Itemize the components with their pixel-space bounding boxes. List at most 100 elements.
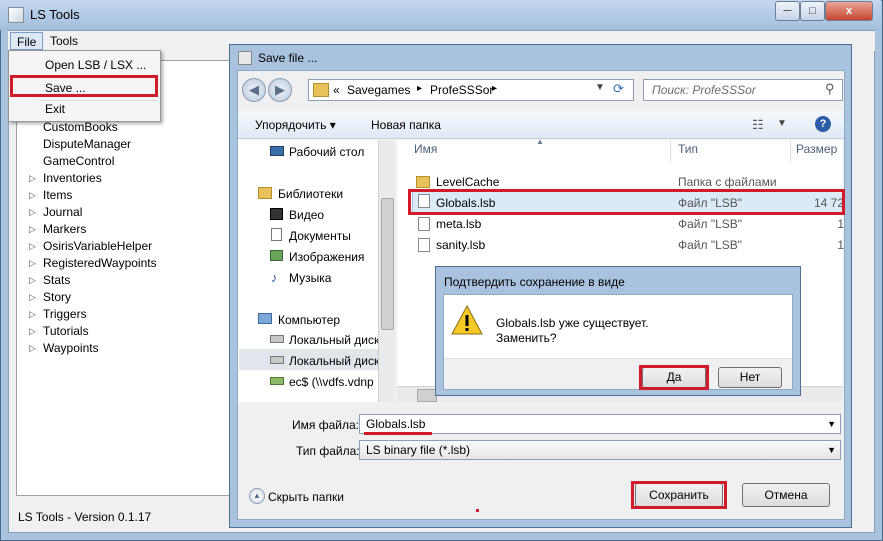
organize-button[interactable]: Упорядочить ▾ [255,118,336,132]
confirm-dialog-title: Подтвердить сохранение в виде [444,275,625,289]
expand-arrow-icon[interactable]: ▷ [29,255,36,272]
file-name[interactable]: LevelCache [436,175,499,189]
tree-item[interactable]: ▷ Inventories [29,170,102,187]
new-folder-button[interactable]: Новая папка [371,118,441,132]
refresh-icon[interactable]: ⟳ [613,81,624,97]
expand-arrow-icon[interactable]: ▷ [29,272,36,289]
breadcrumb-savegames[interactable]: Savegames [347,83,410,97]
column-type[interactable]: Тип [678,142,698,156]
expand-arrow-icon[interactable]: ▷ [29,204,36,221]
tree-item[interactable]: ▷ RegisteredWaypoints [29,255,157,272]
nav-documents[interactable]: Документы [289,229,351,243]
dialog-icon [238,51,252,65]
folder-icon [313,83,329,97]
address-bar[interactable]: « Savegames ▸ ProfeSSSor ▸ ▼ ⟳ [308,79,634,101]
column-size[interactable]: Размер [796,142,837,156]
search-icon[interactable]: ⚲ [825,81,835,97]
filename-input[interactable]: Globals.lsb ▼ [359,414,841,434]
tree-item[interactable]: ▷ Stats [29,272,71,289]
music-icon: ♪ [271,270,278,285]
search-input[interactable]: Поиск: ProfeSSSor ⚲ [643,79,843,101]
menu-tools[interactable]: Tools [44,32,84,50]
tree-item[interactable]: ▷ Items [29,187,72,204]
tree-item[interactable]: ▷ Journal [29,204,82,221]
tree-item[interactable]: ▷ OsirisVariableHelper [29,238,152,255]
close-button[interactable]: x [825,1,873,21]
expand-arrow-icon[interactable]: ▷ [29,340,36,357]
expand-arrow-icon[interactable]: ▷ [29,238,36,255]
expand-arrow-icon[interactable]: ▷ [29,221,36,238]
column-name[interactable]: Имя [414,142,437,156]
nav-video[interactable]: Видео [289,208,324,222]
file-name[interactable]: sanity.lsb [436,238,485,252]
filetype-value: LS binary file (*.lsb) [366,443,471,457]
nav-music[interactable]: Музыка [289,271,331,285]
sort-arrow-icon: ▲ [536,137,544,146]
tree-item-label: Triggers [43,307,87,321]
confirm-message-line1: Globals.lsb уже существует. [496,316,649,330]
chevron-down-icon[interactable]: ▼ [777,118,787,129]
hide-folders-button[interactable]: Скрыть папки [268,490,344,504]
breadcrumb-professsor[interactable]: ProfeSSSor [430,83,493,97]
scroll-thumb[interactable] [417,389,437,402]
cancel-button[interactable]: Отмена [742,483,830,507]
no-button[interactable]: Нет [718,367,782,388]
breadcrumb-separator[interactable]: ▸ [492,83,497,94]
tree-item[interactable]: GameControl [43,153,114,170]
tree-item-label: Story [43,290,72,304]
chevron-down-icon[interactable]: ▼ [827,415,836,433]
save-dialog-title: Save file ... [258,51,318,65]
nav-network-drive[interactable]: ec$ (\\vdfs.vdnp [289,375,374,389]
tree-item[interactable]: ▷ Markers [29,221,86,238]
expand-arrow-icon[interactable]: ▷ [29,323,36,340]
expand-arrow-icon[interactable]: ▷ [29,170,36,187]
main-titlebar [0,0,881,30]
filetype-select[interactable]: LS binary file (*.lsb) ▼ [359,440,841,460]
nav-scrollbar[interactable] [378,140,394,402]
back-icon[interactable]: ◀ [242,78,266,102]
file-type: Файл "LSB" [678,217,743,231]
filename-label: Имя файла: [292,418,359,432]
tree-item-label: Stats [43,273,71,287]
tree-item[interactable]: ▷ Triggers [29,306,87,323]
nav-computer[interactable]: Компьютер [278,313,340,327]
nav-libraries[interactable]: Библиотеки [278,187,343,201]
menu-file[interactable]: File [10,32,44,50]
file-size: 1 [837,238,844,252]
menu-item-exit[interactable]: Exit [45,102,65,116]
menu-item-open[interactable]: Open LSB / LSX ... [45,58,146,72]
chevron-up-icon[interactable]: ▲ [249,488,265,504]
tree-item[interactable]: ▷ Waypoints [29,340,99,357]
chevron-down-icon[interactable]: ▼ [595,82,605,93]
dialog-toolbar: Упорядочить ▾ Новая папка ☷ ▼ ? [238,111,844,139]
disk-icon [270,335,284,343]
desktop-icon [270,146,284,156]
tree-item[interactable]: DisputeManager [43,136,131,153]
breadcrumb-separator[interactable]: ▸ [417,83,422,94]
nav-desktop[interactable]: Рабочий стол [289,145,364,159]
nav-local-disk-1[interactable]: Локальный диск [289,333,379,347]
maximize-button[interactable]: □ [800,1,825,21]
nav-local-disk-2[interactable]: Локальный диск [289,354,379,368]
minimize-button[interactable]: ─ [775,1,800,21]
expand-arrow-icon[interactable]: ▷ [29,187,36,204]
expand-arrow-icon[interactable]: ▷ [29,306,36,323]
tree-item[interactable]: ▷ Story [29,289,72,306]
forward-icon[interactable]: ▶ [268,78,292,102]
network-drive-icon [270,377,284,385]
chevron-down-icon[interactable]: ▼ [827,441,836,459]
help-icon[interactable]: ? [815,116,831,132]
filetype-label: Тип файла: [296,444,360,458]
marker-dot [476,509,479,512]
yes-button-highlight [639,365,709,390]
tree-item[interactable]: ▷ Tutorials [29,323,89,340]
view-icon[interactable]: ☷ [752,117,764,133]
nav-images[interactable]: Изображения [289,250,364,264]
breadcrumb-prefix: « [333,83,340,97]
status-text: LS Tools - Version 0.1.17 [18,510,152,524]
tree-view[interactable]: CustomBooks DisputeManager GameControl ▷… [16,60,234,496]
scroll-thumb[interactable] [381,198,394,330]
column-divider [670,140,671,162]
file-name[interactable]: meta.lsb [436,217,481,231]
expand-arrow-icon[interactable]: ▷ [29,289,36,306]
